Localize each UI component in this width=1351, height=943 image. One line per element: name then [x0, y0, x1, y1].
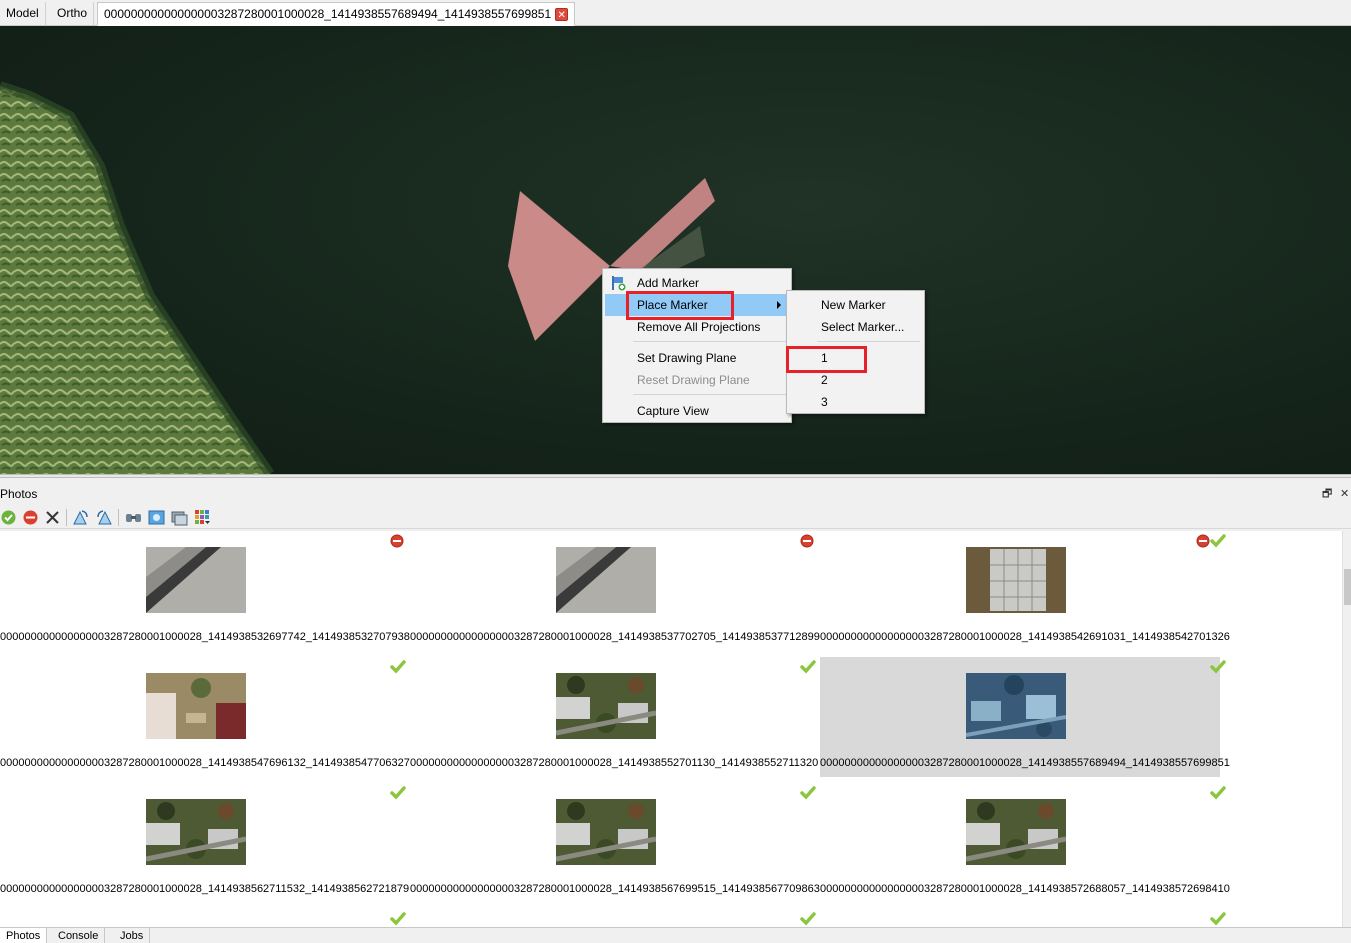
photo-item[interactable]: 000000000000000003287280001000028_141493…	[0, 657, 410, 777]
menu-item-label: New Marker	[821, 298, 886, 312]
photo-filename: 000000000000000003287280001000028_141493…	[0, 883, 410, 895]
aligned-check-icon	[800, 912, 816, 926]
aligned-check-icon	[390, 660, 406, 674]
photo-item[interactable]: 000000000000000003287280001000028_141493…	[0, 783, 410, 903]
tab-jobs[interactable]: Jobs	[114, 928, 151, 943]
menu-item-label: 3	[821, 395, 828, 409]
restore-pane-icon[interactable]: 🗗	[1322, 484, 1332, 504]
photo-filename: 000000000000000003287280001000028_141493…	[410, 883, 820, 895]
tab-ortho-label: Ortho	[57, 6, 88, 20]
menu-item-label: Add Marker	[637, 276, 700, 290]
filter-by-markers-icon[interactable]	[125, 509, 142, 526]
tab-jobs-label: Jobs	[120, 930, 144, 942]
photos-pane-header: Photos 🗗 ✕	[0, 484, 1351, 504]
marker-flag-icon	[612, 276, 626, 291]
photo-item[interactable]: 000000000000000003287280001000028_141493…	[820, 531, 1230, 651]
enable-photos-icon[interactable]	[0, 509, 17, 526]
photos-toolbar	[0, 505, 1351, 529]
aligned-check-icon	[800, 660, 816, 674]
annotation-highlight-place-marker	[626, 291, 734, 320]
photo-thumbnail[interactable]	[146, 799, 246, 865]
photo-thumbnail[interactable]	[556, 673, 656, 739]
photo-thumbnail[interactable]	[146, 673, 246, 739]
photo-filename: 000000000000000003287280001000028_141493…	[410, 631, 820, 643]
photo-thumbnail[interactable]	[556, 799, 656, 865]
aligned-check-icon	[390, 912, 406, 926]
submenu-item-select-marker[interactable]: Select Marker...	[789, 316, 922, 338]
menu-separator	[817, 341, 920, 342]
rotate-left-icon[interactable]	[96, 509, 113, 526]
photo-filename: 000000000000000003287280001000028_141493…	[0, 631, 410, 643]
close-icon[interactable]: ✕	[555, 8, 569, 22]
details-icon[interactable]	[171, 509, 188, 526]
aligned-check-icon	[1210, 534, 1226, 548]
aligned-check-icon	[1210, 660, 1226, 674]
remove-photos-icon[interactable]	[44, 509, 61, 526]
photos-scrollbar[interactable]	[1342, 531, 1351, 927]
photo-thumbnail[interactable]	[966, 547, 1066, 613]
menu-item-label: Remove All Projections	[637, 320, 761, 334]
disabled-photo-icon	[390, 534, 404, 548]
photo-thumbnail[interactable]	[146, 547, 246, 613]
photo-item[interactable]: 000000000000000003287280001000028_141493…	[410, 531, 820, 651]
scrollbar-thumb[interactable]	[1344, 569, 1351, 605]
rotate-right-icon[interactable]	[72, 509, 89, 526]
toolbar-separator	[118, 509, 119, 526]
bottom-tab-bar: Photos Console Jobs	[0, 927, 1351, 943]
aligned-check-icon	[800, 786, 816, 800]
close-pane-icon[interactable]: ✕	[1340, 484, 1349, 504]
menu-item-label: Set Drawing Plane	[637, 351, 737, 365]
tab-console-label: Console	[58, 930, 99, 942]
photo-thumbnail[interactable]	[966, 799, 1066, 865]
photo-item[interactable]: 000000000000000003287280001000028_141493…	[410, 783, 820, 903]
disabled-photo-icon	[1196, 534, 1210, 548]
aligned-check-icon	[390, 786, 406, 800]
pane-splitter[interactable]	[0, 474, 1351, 478]
menu-item-set-drawing-plane[interactable]: Set Drawing Plane	[605, 347, 789, 369]
disabled-photo-icon	[800, 534, 814, 548]
disable-photos-icon[interactable]	[22, 509, 39, 526]
menu-item-capture-view[interactable]: Capture View	[605, 400, 789, 422]
tab-photos-label: Photos	[6, 930, 41, 942]
view-photo-icon[interactable]	[148, 509, 165, 526]
tab-photo-label: 000000000000000003287280001000028_141493…	[104, 7, 552, 21]
menu-separator	[633, 341, 787, 342]
tab-photo[interactable]: 000000000000000003287280001000028_141493…	[97, 2, 576, 26]
aligned-check-icon	[1210, 786, 1226, 800]
photos-pane-title: Photos	[0, 487, 38, 501]
tab-ortho[interactable]: Ortho	[51, 2, 95, 26]
menu-item-label: Select Marker...	[821, 320, 905, 334]
toolbar-separator	[66, 509, 67, 526]
menu-item-label: 2	[821, 373, 828, 387]
tab-console[interactable]: Console	[52, 928, 106, 943]
tab-model-label: Model	[6, 6, 39, 20]
photo-thumbnail[interactable]	[556, 547, 656, 613]
aligned-check-icon	[1210, 912, 1226, 926]
photo-filename: 000000000000000003287280001000028_141493…	[410, 757, 819, 769]
photo-filename: 000000000000000003287280001000028_141493…	[0, 757, 410, 769]
photo-filename: 000000000000000003287280001000028_141493…	[820, 631, 1230, 643]
photo-item[interactable]: 000000000000000003287280001000028_141493…	[410, 657, 819, 777]
tab-model[interactable]: Model	[0, 2, 46, 26]
submenu-arrow-icon	[777, 301, 781, 309]
photos-grid[interactable]: 000000000000000003287280001000028_141493…	[0, 531, 1342, 927]
menu-item-label: Capture View	[637, 404, 709, 418]
document-tab-bar: Model Ortho 0000000000000000032872800010…	[0, 0, 1351, 26]
photo-filename: 000000000000000003287280001000028_141493…	[820, 757, 1230, 769]
photo-item[interactable]: 000000000000000003287280001000028_141493…	[0, 531, 410, 651]
menu-item-reset-drawing-plane: Reset Drawing Plane	[605, 369, 789, 391]
view-mode-icon[interactable]	[194, 509, 211, 526]
photo-filename: 000000000000000003287280001000028_141493…	[820, 883, 1230, 895]
menu-item-label: Reset Drawing Plane	[637, 373, 750, 387]
submenu-item-marker-3[interactable]: 3	[789, 391, 922, 413]
photo-item[interactable]: 000000000000000003287280001000028_141493…	[820, 783, 1230, 903]
menu-separator	[633, 394, 787, 395]
photo-item[interactable]: 000000000000000003287280001000028_141493…	[820, 657, 1230, 777]
tab-photos[interactable]: Photos	[0, 928, 48, 943]
submenu-item-new-marker[interactable]: New Marker	[789, 294, 922, 316]
annotation-highlight-marker-1	[786, 346, 867, 373]
photo-thumbnail[interactable]	[966, 673, 1066, 739]
